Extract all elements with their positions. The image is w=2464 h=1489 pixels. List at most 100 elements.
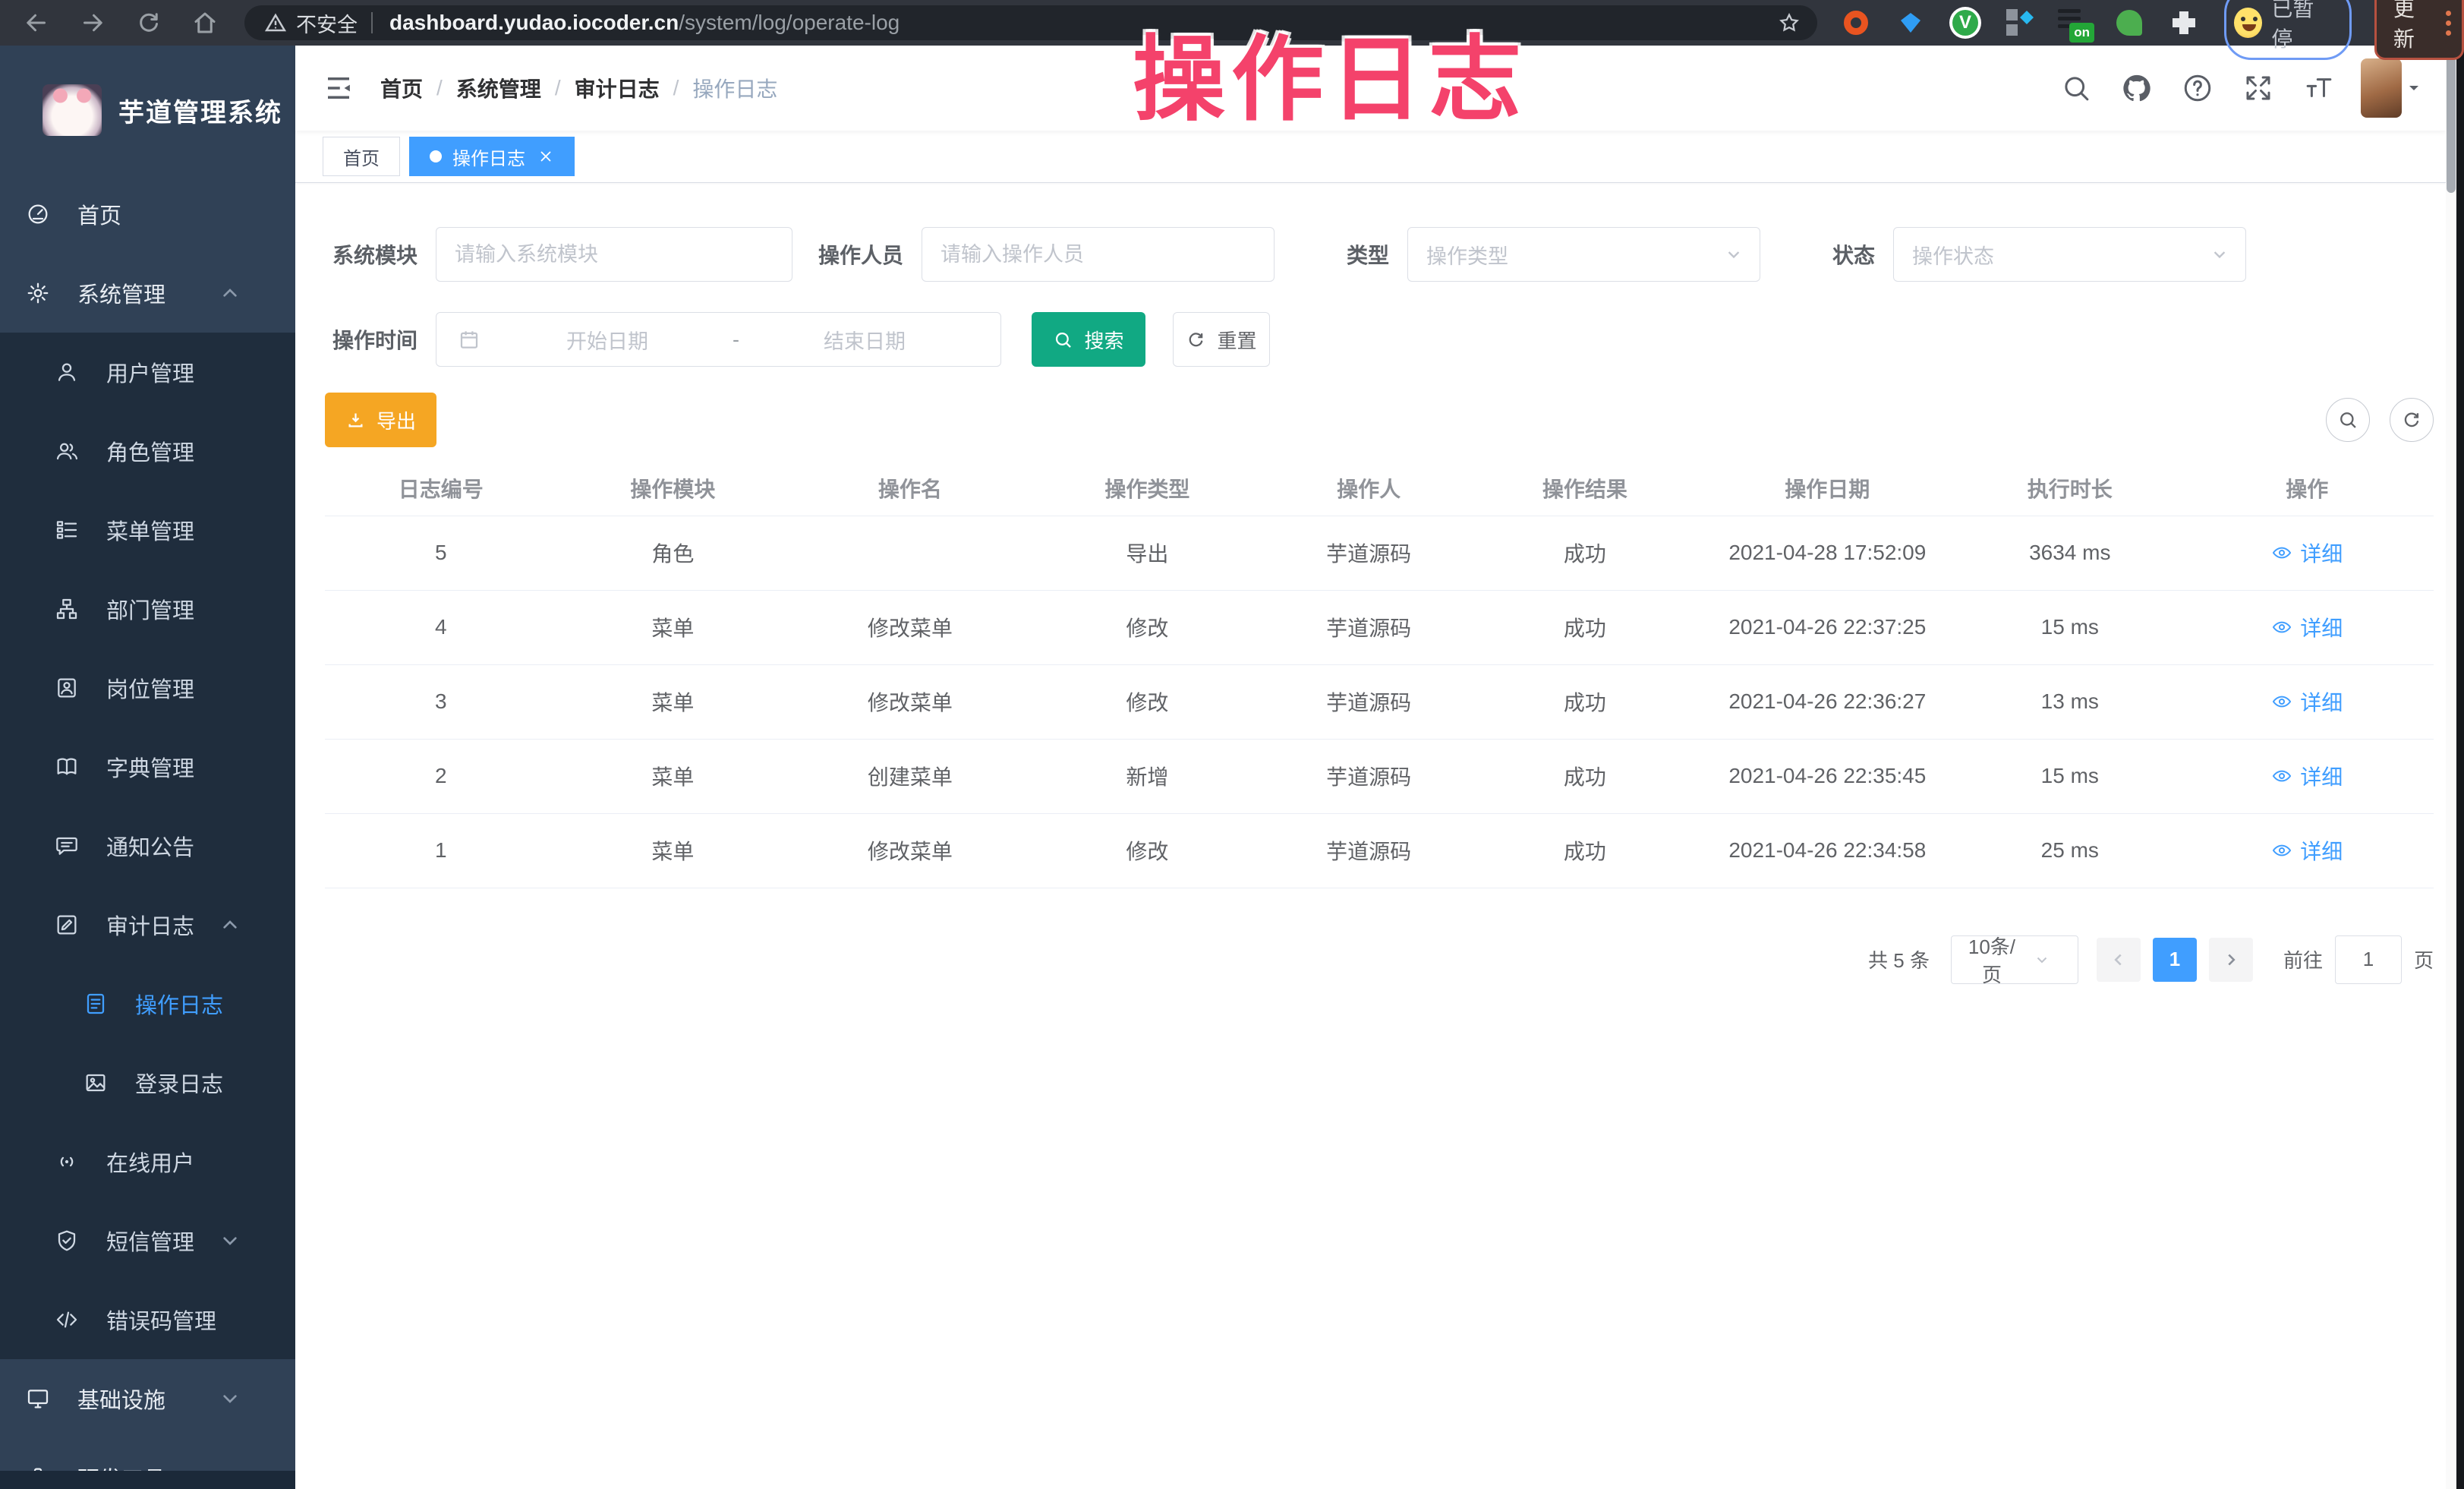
sidebar-item-14[interactable]: 错误码管理	[0, 1280, 295, 1359]
end-date-placeholder[interactable]: 结束日期	[744, 325, 985, 355]
export-button[interactable]: 导出	[325, 393, 436, 447]
chevron-up-icon	[218, 913, 242, 937]
sidebar-item-13[interactable]: 短信管理	[0, 1201, 295, 1280]
sidebar-item-9[interactable]: 审计日志	[0, 885, 295, 964]
breadcrumb-item[interactable]: 系统管理	[456, 73, 541, 103]
search-icon[interactable]	[2060, 72, 2092, 104]
detail-link[interactable]: 详细	[2271, 612, 2343, 642]
current-page-button[interactable]: 1	[2153, 938, 2197, 982]
green-v-ext-icon[interactable]: V	[1948, 5, 1983, 40]
sidebar-item-0[interactable]: 首页	[0, 175, 295, 254]
sidebar-item-label: 系统管理	[77, 277, 165, 309]
menu-dots-icon[interactable]	[2446, 11, 2451, 36]
dashboard-icon	[26, 202, 50, 226]
table-cell: 25 ms	[1959, 813, 2181, 888]
table-cell: 成功	[1474, 664, 1696, 739]
bookmark-star-icon[interactable]	[1778, 11, 1801, 34]
date-range-picker[interactable]: 开始日期 - 结束日期	[436, 312, 1001, 367]
column-header: 操作人	[1263, 461, 1474, 516]
start-date-placeholder[interactable]: 开始日期	[487, 325, 728, 355]
table-row: 1菜单修改菜单修改芋道源码成功2021-04-26 22:34:5825 ms详…	[325, 813, 2434, 888]
page-overlay-title: 操作日志	[1133, 5, 1527, 139]
tab-1[interactable]: 操作日志	[409, 137, 575, 176]
avatar[interactable]	[2361, 58, 2402, 118]
operator-input[interactable]	[922, 227, 1275, 282]
time-label: 操作时间	[325, 324, 436, 355]
url-text[interactable]: dashboard.yudao.iocoder.cn/system/log/op…	[389, 11, 900, 35]
security-label[interactable]: 不安全	[296, 8, 358, 38]
prev-page-button[interactable]	[2097, 938, 2141, 982]
reset-button[interactable]: 重置	[1173, 312, 1270, 367]
tab-0[interactable]: 首页	[323, 137, 400, 176]
eye-icon	[2271, 765, 2292, 787]
detail-link[interactable]: 详细	[2271, 761, 2343, 791]
close-icon[interactable]	[537, 148, 554, 165]
back-icon[interactable]	[23, 9, 50, 36]
detail-link[interactable]: 详细	[2271, 835, 2343, 866]
sidebar-item-12[interactable]: 在线用户	[0, 1122, 295, 1201]
column-header: 操作日期	[1696, 461, 1959, 516]
hamburger-icon[interactable]	[323, 72, 354, 104]
eye-icon	[2271, 691, 2292, 712]
filter-row-1: 系统模块 操作人员 类型 操作类型 状态 操作状态	[325, 227, 2434, 282]
sidebar-item-2[interactable]: 用户管理	[0, 333, 295, 412]
table-cell: 修改	[1032, 590, 1264, 664]
reload-icon[interactable]	[135, 9, 162, 36]
detail-link[interactable]: 详细	[2271, 538, 2343, 568]
column-header: 操作	[2181, 461, 2434, 516]
grammarly-ext-icon[interactable]	[2112, 5, 2147, 40]
switch-on-ext-icon[interactable]: on	[2057, 5, 2092, 40]
online-icon	[55, 1150, 79, 1174]
goto-page-input[interactable]	[2335, 935, 2402, 984]
sidebar-item-7[interactable]: 字典管理	[0, 727, 295, 806]
page-size-select[interactable]: 10条/页	[1951, 935, 2078, 984]
sidebar-item-5[interactable]: 部门管理	[0, 569, 295, 648]
sidebar-item-11[interactable]: 登录日志	[0, 1043, 295, 1122]
home-icon[interactable]	[191, 9, 219, 36]
address-bar[interactable]: 不安全 dashboard.yudao.iocoder.cn/system/lo…	[244, 5, 1817, 40]
sidebar-item-15[interactable]: 基础设施	[0, 1359, 295, 1438]
filter-module: 系统模块	[325, 227, 792, 282]
chevron-down-icon[interactable]	[2405, 79, 2423, 97]
sidebar-item-10[interactable]: 操作日志	[0, 964, 295, 1043]
toggle-search-button[interactable]	[2326, 398, 2370, 442]
blocks-ext-icon[interactable]	[2002, 5, 2037, 40]
update-button[interactable]: 更新	[2374, 0, 2464, 60]
font-size-icon[interactable]	[2303, 72, 2335, 104]
breadcrumb-item[interactable]: 首页	[380, 73, 423, 103]
image-icon	[83, 1071, 108, 1095]
type-select[interactable]: 操作类型	[1407, 227, 1760, 282]
scrollbar-thumb[interactable]	[2447, 49, 2456, 193]
question-icon[interactable]	[2182, 72, 2214, 104]
status-select[interactable]: 操作状态	[1893, 227, 2246, 282]
detail-link[interactable]: 详细	[2271, 686, 2343, 717]
app-logo: 芋道管理系统	[0, 46, 295, 175]
operate-log-table: 日志编号操作模块操作名操作类型操作人操作结果操作日期执行时长操作 5角色导出芋道…	[325, 461, 2434, 888]
fullscreen-icon[interactable]	[2242, 72, 2274, 104]
search-button[interactable]: 搜索	[1032, 312, 1145, 367]
table-cell: 15 ms	[1959, 739, 2181, 813]
gem-ext-icon[interactable]	[1893, 5, 1928, 40]
app-title: 芋道管理系统	[118, 92, 282, 129]
sidebar-item-3[interactable]: 角色管理	[0, 412, 295, 491]
breadcrumb-separator: /	[555, 76, 561, 100]
puzzle-ext-icon[interactable]	[2166, 5, 2201, 40]
page-scrollbar[interactable]	[2446, 46, 2456, 1489]
refresh-table-button[interactable]	[2390, 398, 2434, 442]
sidebar-item-8[interactable]: 通知公告	[0, 806, 295, 885]
table-cell: 菜单	[557, 813, 789, 888]
table-cell: 修改菜单	[789, 664, 1031, 739]
forward-icon[interactable]	[79, 9, 106, 36]
profile-paused-pill[interactable]: 已暂停	[2224, 0, 2352, 60]
sidebar-item-4[interactable]: 菜单管理	[0, 491, 295, 569]
sidebar-item-1[interactable]: 系统管理	[0, 254, 295, 333]
filter-time: 操作时间 开始日期 - 结束日期	[325, 312, 1001, 367]
ubuntu-ext-icon[interactable]	[1839, 5, 1873, 40]
table-cell: 修改菜单	[789, 590, 1031, 664]
chevron-down-icon	[2209, 244, 2230, 265]
module-input[interactable]	[436, 227, 792, 282]
next-page-button[interactable]	[2209, 938, 2253, 982]
breadcrumb-item[interactable]: 审计日志	[575, 73, 660, 103]
sidebar-item-6[interactable]: 岗位管理	[0, 648, 295, 727]
github-icon[interactable]	[2121, 72, 2153, 104]
